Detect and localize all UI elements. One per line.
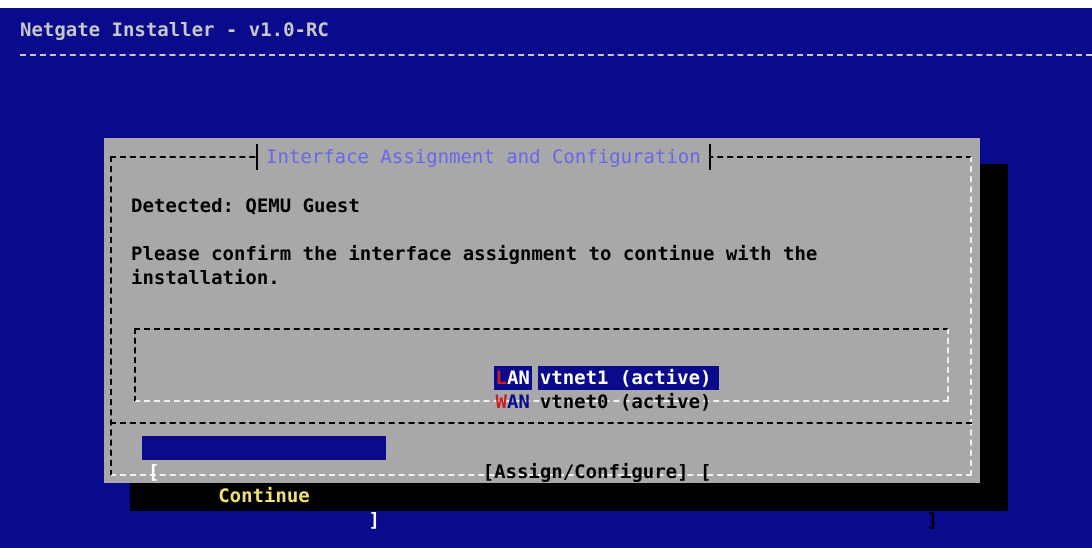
continue-bracket-left: [ [148,461,160,483]
interface-row-lan[interactable]: LAN vtnet1 (active) [402,342,720,390]
terminal-screen: Netgate Installer - v1.0-RC Interface As… [0,8,1092,548]
continue-label: Continue [218,485,310,507]
interface-value-wan: vtnet0 (active) [539,391,712,413]
dialog-message: Please confirm the interface assignment … [131,243,818,289]
continue-bracket-right: ] [368,509,380,531]
installer-title: Netgate Installer - v1.0-RC [20,19,329,41]
cancel-label: Cancel [784,485,854,507]
role-rest-wan: AN [506,391,530,413]
window-top-edge [0,0,1092,8]
button-divider [110,422,972,424]
cancel-bracket-right: ] [926,509,938,531]
assign-configure-button[interactable]: [Assign/Configure] [414,436,689,483]
cancel-bracket-left: [ [700,461,712,483]
interface-assignment-dialog: Interface Assignment and Configuration D… [104,138,980,531]
assign-configure-label: [Assign/Configure] [482,461,689,483]
detected-platform: Detected: QEMU Guest [131,195,360,217]
dialog-title: Interface Assignment and Configuration [256,144,711,170]
cancel-button[interactable]: [ Cancel ] [694,436,944,531]
hotkey-w: W [495,391,507,413]
interface-row-wan[interactable]: WAN vtnet0 (active) [402,366,719,413]
interface-role-wan: WAN [494,390,532,414]
continue-button[interactable]: [ Continue ] [142,436,386,531]
interface-list: LAN vtnet1 (active) WAN vtnet0 (active) [134,328,949,413]
title-divider [20,54,1092,56]
